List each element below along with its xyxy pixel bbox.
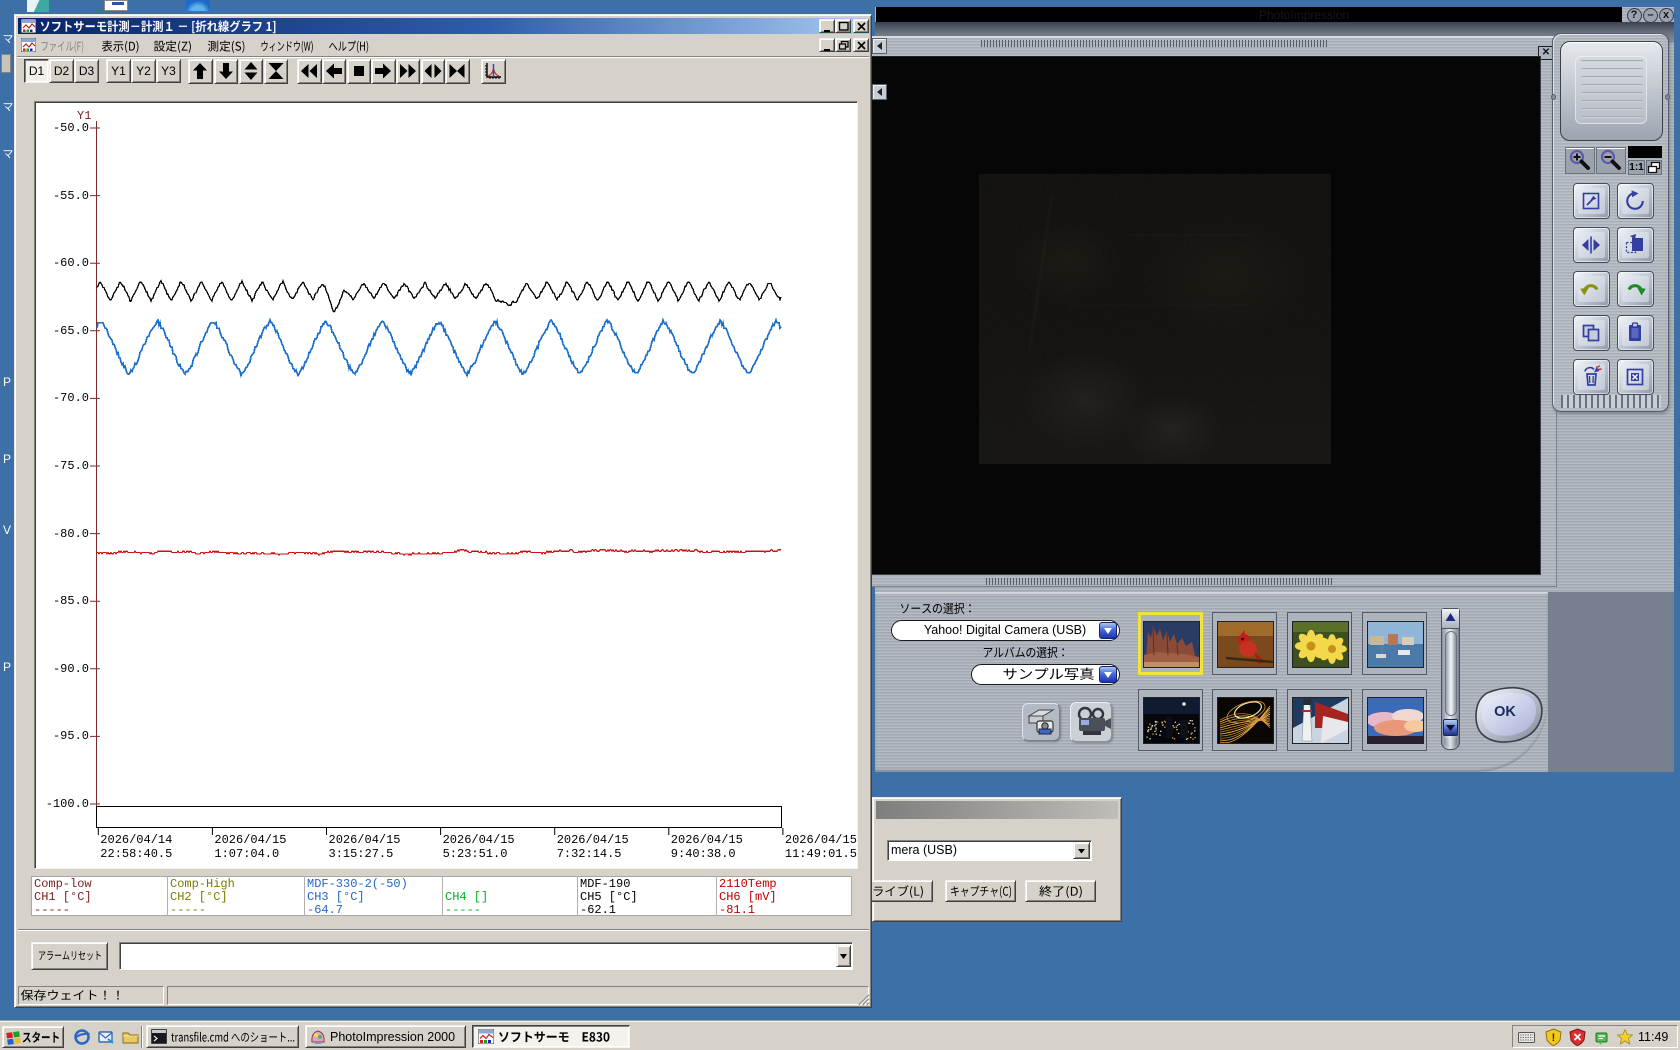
svg-text:!: ! <box>1552 1032 1556 1044</box>
svg-text:OK: OK <box>1494 704 1516 720</box>
